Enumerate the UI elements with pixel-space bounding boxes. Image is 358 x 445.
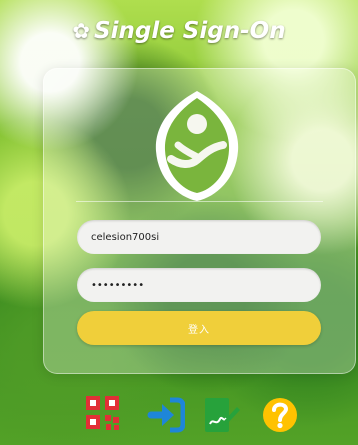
username-input[interactable] xyxy=(77,220,321,254)
signature-edit-icon[interactable] xyxy=(202,394,240,436)
divider xyxy=(76,201,323,202)
help-icon[interactable] xyxy=(261,394,299,436)
gear-icon: ✿ xyxy=(72,19,91,43)
login-button[interactable]: 登入 xyxy=(77,311,321,345)
page-title-text: Single Sign-On xyxy=(94,18,286,44)
app-logo xyxy=(155,91,239,201)
login-arrow-icon[interactable] xyxy=(147,394,185,436)
toolbar xyxy=(0,394,358,438)
qr-code-icon[interactable] xyxy=(84,394,122,436)
login-card: 登入 xyxy=(43,68,356,374)
page-title: ✿ Single Sign-On xyxy=(0,18,358,44)
password-input[interactable] xyxy=(77,268,321,302)
